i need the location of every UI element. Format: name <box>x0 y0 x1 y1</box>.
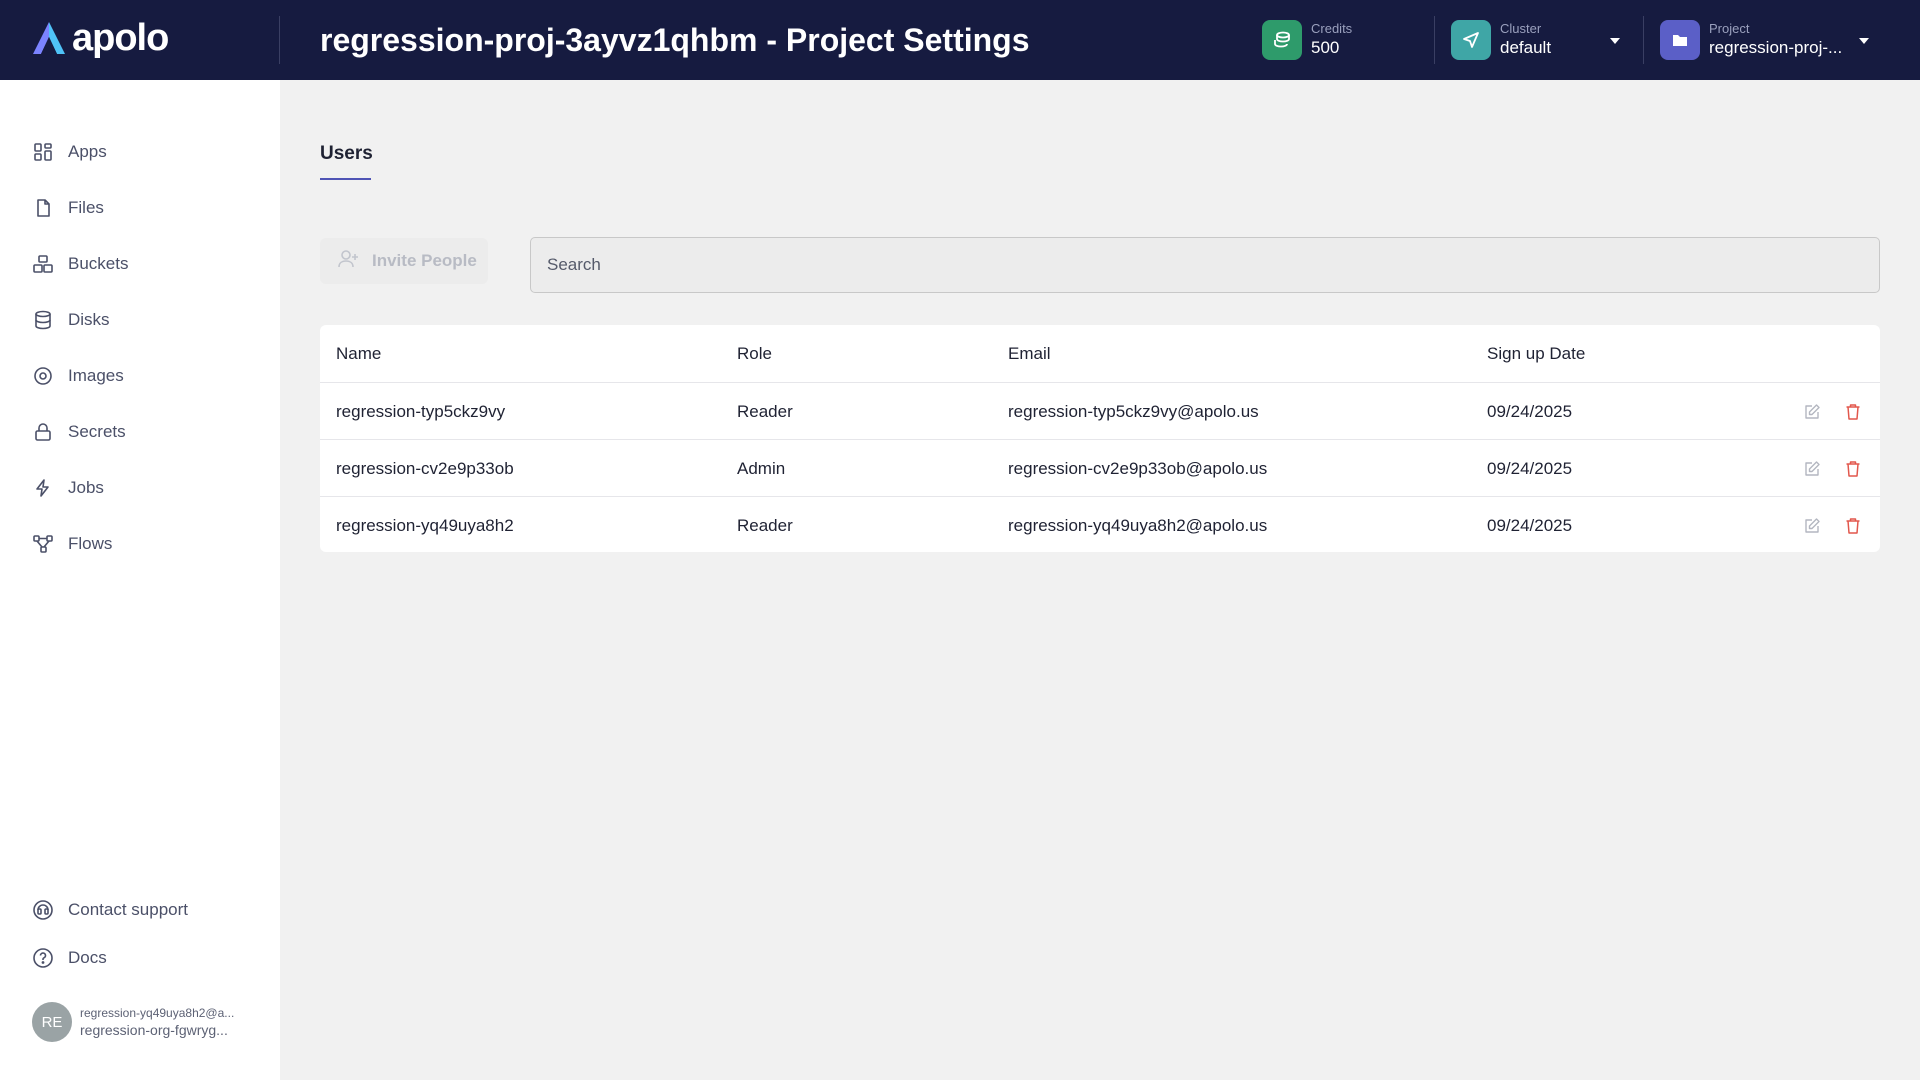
apolo-logo[interactable]: apolo <box>30 17 169 59</box>
project-chevron-down-icon[interactable] <box>1859 38 1869 44</box>
lightning-icon <box>32 477 54 499</box>
sidebar-item-jobs[interactable]: Jobs <box>32 474 104 502</box>
edit-icon[interactable] <box>1800 514 1824 538</box>
folder-icon <box>1660 20 1700 60</box>
table-header-row: Name Role Email Sign up Date <box>320 325 1880 382</box>
cluster-selector[interactable]: Cluster default <box>1451 18 1551 62</box>
column-header-name[interactable]: Name <box>336 325 381 382</box>
coins-icon <box>1262 20 1302 60</box>
credits-value: 500 <box>1311 38 1340 57</box>
user-account[interactable]: RE regression-yq49uya8h2@a... regression… <box>32 1002 234 1042</box>
avatar: RE <box>32 1002 72 1042</box>
sidebar-item-label: Images <box>68 366 124 385</box>
user-email-cell: regression-typ5ckz9vy@apolo.us <box>1008 401 1259 421</box>
user-email-cell: regression-yq49uya8h2@apolo.us <box>1008 515 1268 535</box>
sidebar-item-label: Files <box>68 198 104 217</box>
sidebar-item-disks[interactable]: Disks <box>32 306 110 334</box>
column-header-signup-date[interactable]: Sign up Date <box>1487 325 1585 382</box>
trash-icon[interactable] <box>1841 400 1865 424</box>
user-role-cell: Reader <box>737 515 793 535</box>
sidebar-item-secrets[interactable]: Secrets <box>32 418 126 446</box>
header-divider <box>279 16 280 64</box>
user-role-cell: Admin <box>737 458 786 478</box>
sidebar-item-files[interactable]: Files <box>32 194 104 222</box>
invite-people-button[interactable]: Invite People <box>320 238 488 284</box>
contact-support-label: Contact support <box>68 900 189 919</box>
credits-widget: Credits 500 <box>1262 18 1352 62</box>
trash-icon[interactable] <box>1841 457 1865 481</box>
add-user-icon <box>338 249 360 274</box>
sidebar-item-label: Flows <box>68 534 113 553</box>
cluster-chevron-down-icon[interactable] <box>1610 38 1620 44</box>
header-separator <box>1643 16 1644 64</box>
invite-people-label: Invite People <box>372 251 477 270</box>
sidebar-item-label: Buckets <box>68 254 129 273</box>
project-value: regression-proj-... <box>1709 38 1843 57</box>
project-label: Project <box>1709 21 1750 36</box>
tab-active-indicator <box>320 178 371 180</box>
user-email-cell: regression-cv2e9p33ob@apolo.us <box>1008 458 1268 478</box>
page-title: regression-proj-3ayvz1qhbm - Project Set… <box>320 22 1030 58</box>
users-table: Name Role Email Sign up Date regression-… <box>320 325 1880 552</box>
file-icon <box>32 197 54 219</box>
user-email: regression-yq49uya8h2@a... <box>80 1006 235 1020</box>
docs-label: Docs <box>68 948 107 967</box>
logo-text: apolo <box>72 17 169 59</box>
credits-label: Credits <box>1311 21 1353 36</box>
user-name-cell: regression-typ5ckz9vy <box>336 401 506 421</box>
user-signup-date-cell: 09/24/2025 <box>1487 515 1573 535</box>
user-signup-date-cell: 09/24/2025 <box>1487 401 1573 421</box>
buckets-icon <box>32 253 54 275</box>
project-selector[interactable]: Project regression-proj-... <box>1660 18 1842 62</box>
disc-icon <box>32 365 54 387</box>
database-icon <box>32 309 54 331</box>
user-role-cell: Reader <box>737 401 793 421</box>
lock-icon <box>32 421 54 443</box>
sidebar-item-label: Jobs <box>68 478 104 497</box>
docs-link[interactable]: Docs <box>32 944 107 972</box>
sidebar-item-apps[interactable]: Apps <box>32 138 107 166</box>
user-signup-date-cell: 09/24/2025 <box>1487 458 1573 478</box>
sidebar: Apps Files Buckets Disks Images Secrets … <box>0 80 280 1080</box>
column-header-email[interactable]: Email <box>1008 325 1051 382</box>
edit-icon[interactable] <box>1800 457 1824 481</box>
cluster-value: default <box>1500 38 1552 57</box>
help-circle-icon <box>32 947 54 969</box>
headset-icon <box>32 899 54 921</box>
column-header-role[interactable]: Role <box>737 325 772 382</box>
user-name-cell: regression-yq49uya8h2 <box>336 515 514 535</box>
user-name-cell: regression-cv2e9p33ob <box>336 458 514 478</box>
apps-grid-icon <box>32 141 54 163</box>
cluster-label: Cluster <box>1500 21 1542 36</box>
contact-support-link[interactable]: Contact support <box>32 896 188 924</box>
sidebar-item-flows[interactable]: Flows <box>32 530 112 558</box>
sidebar-item-buckets[interactable]: Buckets <box>32 250 128 278</box>
send-icon <box>1451 20 1491 60</box>
user-org: regression-org-fgwryg... <box>80 1022 228 1038</box>
table-row: regression-typ5ckz9vy Reader regression-… <box>320 382 1880 439</box>
search-input[interactable] <box>530 237 1880 293</box>
flow-icon <box>32 533 54 555</box>
sidebar-item-images[interactable]: Images <box>32 362 124 390</box>
tab-users[interactable]: Users <box>320 142 373 166</box>
top-header: apolo regression-proj-3ayvz1qhbm - Proje… <box>0 0 1920 80</box>
table-row: regression-yq49uya8h2 Reader regression-… <box>320 496 1880 553</box>
sidebar-item-label: Apps <box>68 142 107 161</box>
apolo-logo-mark-icon <box>33 22 65 54</box>
edit-icon[interactable] <box>1800 400 1824 424</box>
sidebar-item-label: Disks <box>68 310 110 329</box>
table-row: regression-cv2e9p33ob Admin regression-c… <box>320 439 1880 496</box>
sidebar-item-label: Secrets <box>68 422 126 441</box>
trash-icon[interactable] <box>1841 514 1865 538</box>
header-separator <box>1434 16 1435 64</box>
